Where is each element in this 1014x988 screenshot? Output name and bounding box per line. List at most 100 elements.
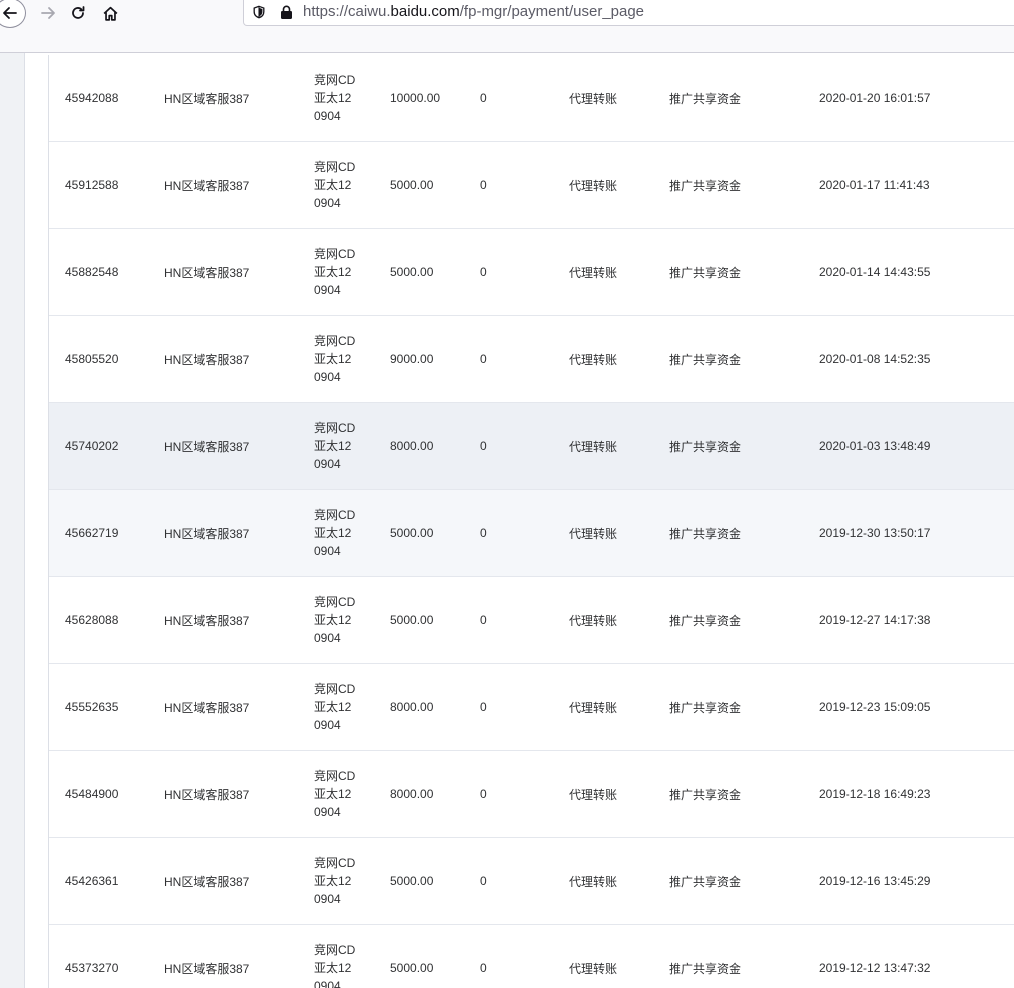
table-row[interactable]: 45628088 HN区域客服387 竞网CD 亚太12 0904 5000.00 … bbox=[49, 577, 1014, 664]
table-row[interactable]: 45942088 HN区域客服387 竞网CD 亚太12 0904 10000.00… bbox=[49, 55, 1014, 142]
timestamp: 2019-12-18 16:49:23 bbox=[819, 787, 931, 801]
client-name-line: 竞网CD bbox=[314, 334, 356, 348]
account-name: HN区域客服387 bbox=[164, 526, 250, 541]
client-name-line: 亚太12 bbox=[314, 874, 352, 888]
record-id: 45740202 bbox=[65, 439, 119, 453]
client-name-line: 0904 bbox=[314, 979, 341, 988]
client-name: 竞网CD 亚太12 0904 bbox=[314, 403, 364, 489]
zero-value: 0 bbox=[480, 961, 487, 975]
fund-source: 推广共享资金 bbox=[669, 526, 742, 541]
fund-source: 推广共享资金 bbox=[669, 439, 742, 454]
home-button[interactable] bbox=[96, 0, 124, 26]
forward-button[interactable] bbox=[34, 0, 62, 26]
fund-source: 推广共享资金 bbox=[669, 961, 742, 976]
client-name: 竞网CD 亚太12 0904 bbox=[314, 316, 364, 402]
fund-source: 推广共享资金 bbox=[669, 700, 742, 715]
fund-source: 推广共享资金 bbox=[669, 265, 742, 280]
client-name-line: 0904 bbox=[314, 718, 341, 732]
zero-value: 0 bbox=[480, 787, 487, 801]
transfer-type: 代理转账 bbox=[569, 265, 618, 280]
client-name-line: 竞网CD bbox=[314, 73, 356, 87]
table-row[interactable]: 45805520 HN区域客服387 竞网CD 亚太12 0904 9000.00 … bbox=[49, 316, 1014, 403]
timestamp: 2020-01-20 16:01:57 bbox=[819, 91, 931, 105]
client-name: 竞网CD 亚太12 0904 bbox=[314, 55, 364, 141]
amount: 10000.00 bbox=[390, 91, 441, 105]
timestamp: 2020-01-17 11:41:43 bbox=[819, 178, 930, 192]
url-prefix: https://caiwu. bbox=[303, 3, 391, 20]
client-name-line: 0904 bbox=[314, 109, 341, 123]
arrow-left-icon bbox=[3, 7, 17, 19]
client-name: 竞网CD 亚太12 0904 bbox=[314, 577, 364, 663]
address-bar[interactable]: https://caiwu.baidu.com/fp-mgr/payment/u… bbox=[243, 0, 1014, 26]
transfer-type: 代理转账 bbox=[569, 700, 618, 715]
timestamp: 2020-01-08 14:52:35 bbox=[819, 352, 931, 366]
transfer-type: 代理转账 bbox=[569, 787, 618, 802]
amount: 5000.00 bbox=[390, 874, 434, 888]
account-name: HN区域客服387 bbox=[164, 178, 250, 193]
client-name-line: 0904 bbox=[314, 805, 341, 819]
table-row[interactable]: 45740202 HN区域客服387 竞网CD 亚太12 0904 8000.00 … bbox=[49, 403, 1014, 490]
record-id: 45484900 bbox=[65, 787, 119, 801]
client-name: 竞网CD 亚太12 0904 bbox=[314, 490, 364, 576]
amount: 8000.00 bbox=[390, 700, 434, 714]
timestamp: 2020-01-14 14:43:55 bbox=[819, 265, 931, 279]
client-name-line: 竞网CD bbox=[314, 769, 356, 783]
url-path: /fp-mgr/payment/user_page bbox=[459, 3, 645, 20]
transfer-type: 代理转账 bbox=[569, 613, 618, 628]
account-name: HN区域客服387 bbox=[164, 787, 250, 802]
transfer-type: 代理转账 bbox=[569, 961, 618, 976]
account-name: HN区域客服387 bbox=[164, 874, 250, 889]
client-name-line: 0904 bbox=[314, 196, 341, 210]
client-name-line: 亚太12 bbox=[314, 352, 352, 366]
client-name-line: 竞网CD bbox=[314, 682, 356, 696]
transfer-type: 代理转账 bbox=[569, 352, 618, 367]
amount: 5000.00 bbox=[390, 613, 434, 627]
record-id: 45552635 bbox=[65, 700, 119, 714]
client-name-line: 0904 bbox=[314, 892, 341, 906]
client-name-line: 亚太12 bbox=[314, 91, 352, 105]
back-button[interactable] bbox=[0, 0, 26, 28]
client-name-line: 亚太12 bbox=[314, 787, 352, 801]
amount: 5000.00 bbox=[390, 178, 434, 192]
client-name-line: 亚太12 bbox=[314, 439, 352, 453]
table-row[interactable]: 45426361 HN区域客服387 竞网CD 亚太12 0904 5000.00 … bbox=[49, 838, 1014, 925]
client-name-line: 竞网CD bbox=[314, 247, 356, 261]
table-row[interactable]: 45373270 HN区域客服387 竞网CD 亚太12 0904 5000.00 … bbox=[49, 925, 1014, 988]
record-id: 45426361 bbox=[65, 874, 119, 888]
arrow-right-icon bbox=[41, 7, 55, 19]
client-name: 竞网CD 亚太12 0904 bbox=[314, 925, 364, 988]
client-name-line: 竞网CD bbox=[314, 160, 356, 174]
url-text[interactable]: https://caiwu.baidu.com/fp-mgr/payment/u… bbox=[303, 3, 644, 20]
reload-button[interactable] bbox=[64, 0, 92, 26]
zero-value: 0 bbox=[480, 91, 487, 105]
client-name-line: 亚太12 bbox=[314, 613, 352, 627]
client-name-line: 竞网CD bbox=[314, 856, 356, 870]
client-name-line: 0904 bbox=[314, 544, 341, 558]
table-row[interactable]: 45882548 HN区域客服387 竞网CD 亚太12 0904 5000.00 … bbox=[49, 229, 1014, 316]
account-name: HN区域客服387 bbox=[164, 961, 250, 976]
shield-icon[interactable] bbox=[251, 4, 267, 20]
zero-value: 0 bbox=[480, 613, 487, 627]
client-name-line: 竞网CD bbox=[314, 595, 356, 609]
table-row[interactable]: 45662719 HN区域客服387 竞网CD 亚太12 0904 5000.00 … bbox=[49, 490, 1014, 577]
record-id: 45662719 bbox=[65, 526, 119, 540]
home-icon bbox=[103, 6, 117, 21]
amount: 8000.00 bbox=[390, 439, 434, 453]
client-name-line: 0904 bbox=[314, 631, 341, 645]
table-row[interactable]: 45484900 HN区域客服387 竞网CD 亚太12 0904 8000.00 … bbox=[49, 751, 1014, 838]
account-name: HN区域客服387 bbox=[164, 91, 250, 106]
payment-table: 45942088 HN区域客服387 竞网CD 亚太12 0904 10000.00… bbox=[48, 55, 1014, 988]
account-name: HN区域客服387 bbox=[164, 700, 250, 715]
account-name: HN区域客服387 bbox=[164, 613, 250, 628]
timestamp: 2019-12-16 13:45:29 bbox=[819, 874, 931, 888]
lock-icon[interactable] bbox=[278, 4, 294, 20]
client-name-line: 亚太12 bbox=[314, 526, 352, 540]
timestamp: 2019-12-12 13:47:32 bbox=[819, 961, 931, 975]
table-row[interactable]: 45912588 HN区域客服387 竞网CD 亚太12 0904 5000.00 … bbox=[49, 142, 1014, 229]
table-row[interactable]: 45552635 HN区域客服387 竞网CD 亚太12 0904 8000.00 … bbox=[49, 664, 1014, 751]
zero-value: 0 bbox=[480, 178, 487, 192]
client-name-line: 亚太12 bbox=[314, 178, 352, 192]
account-name: HN区域客服387 bbox=[164, 265, 250, 280]
record-id: 45912588 bbox=[65, 178, 119, 192]
amount: 5000.00 bbox=[390, 961, 434, 975]
